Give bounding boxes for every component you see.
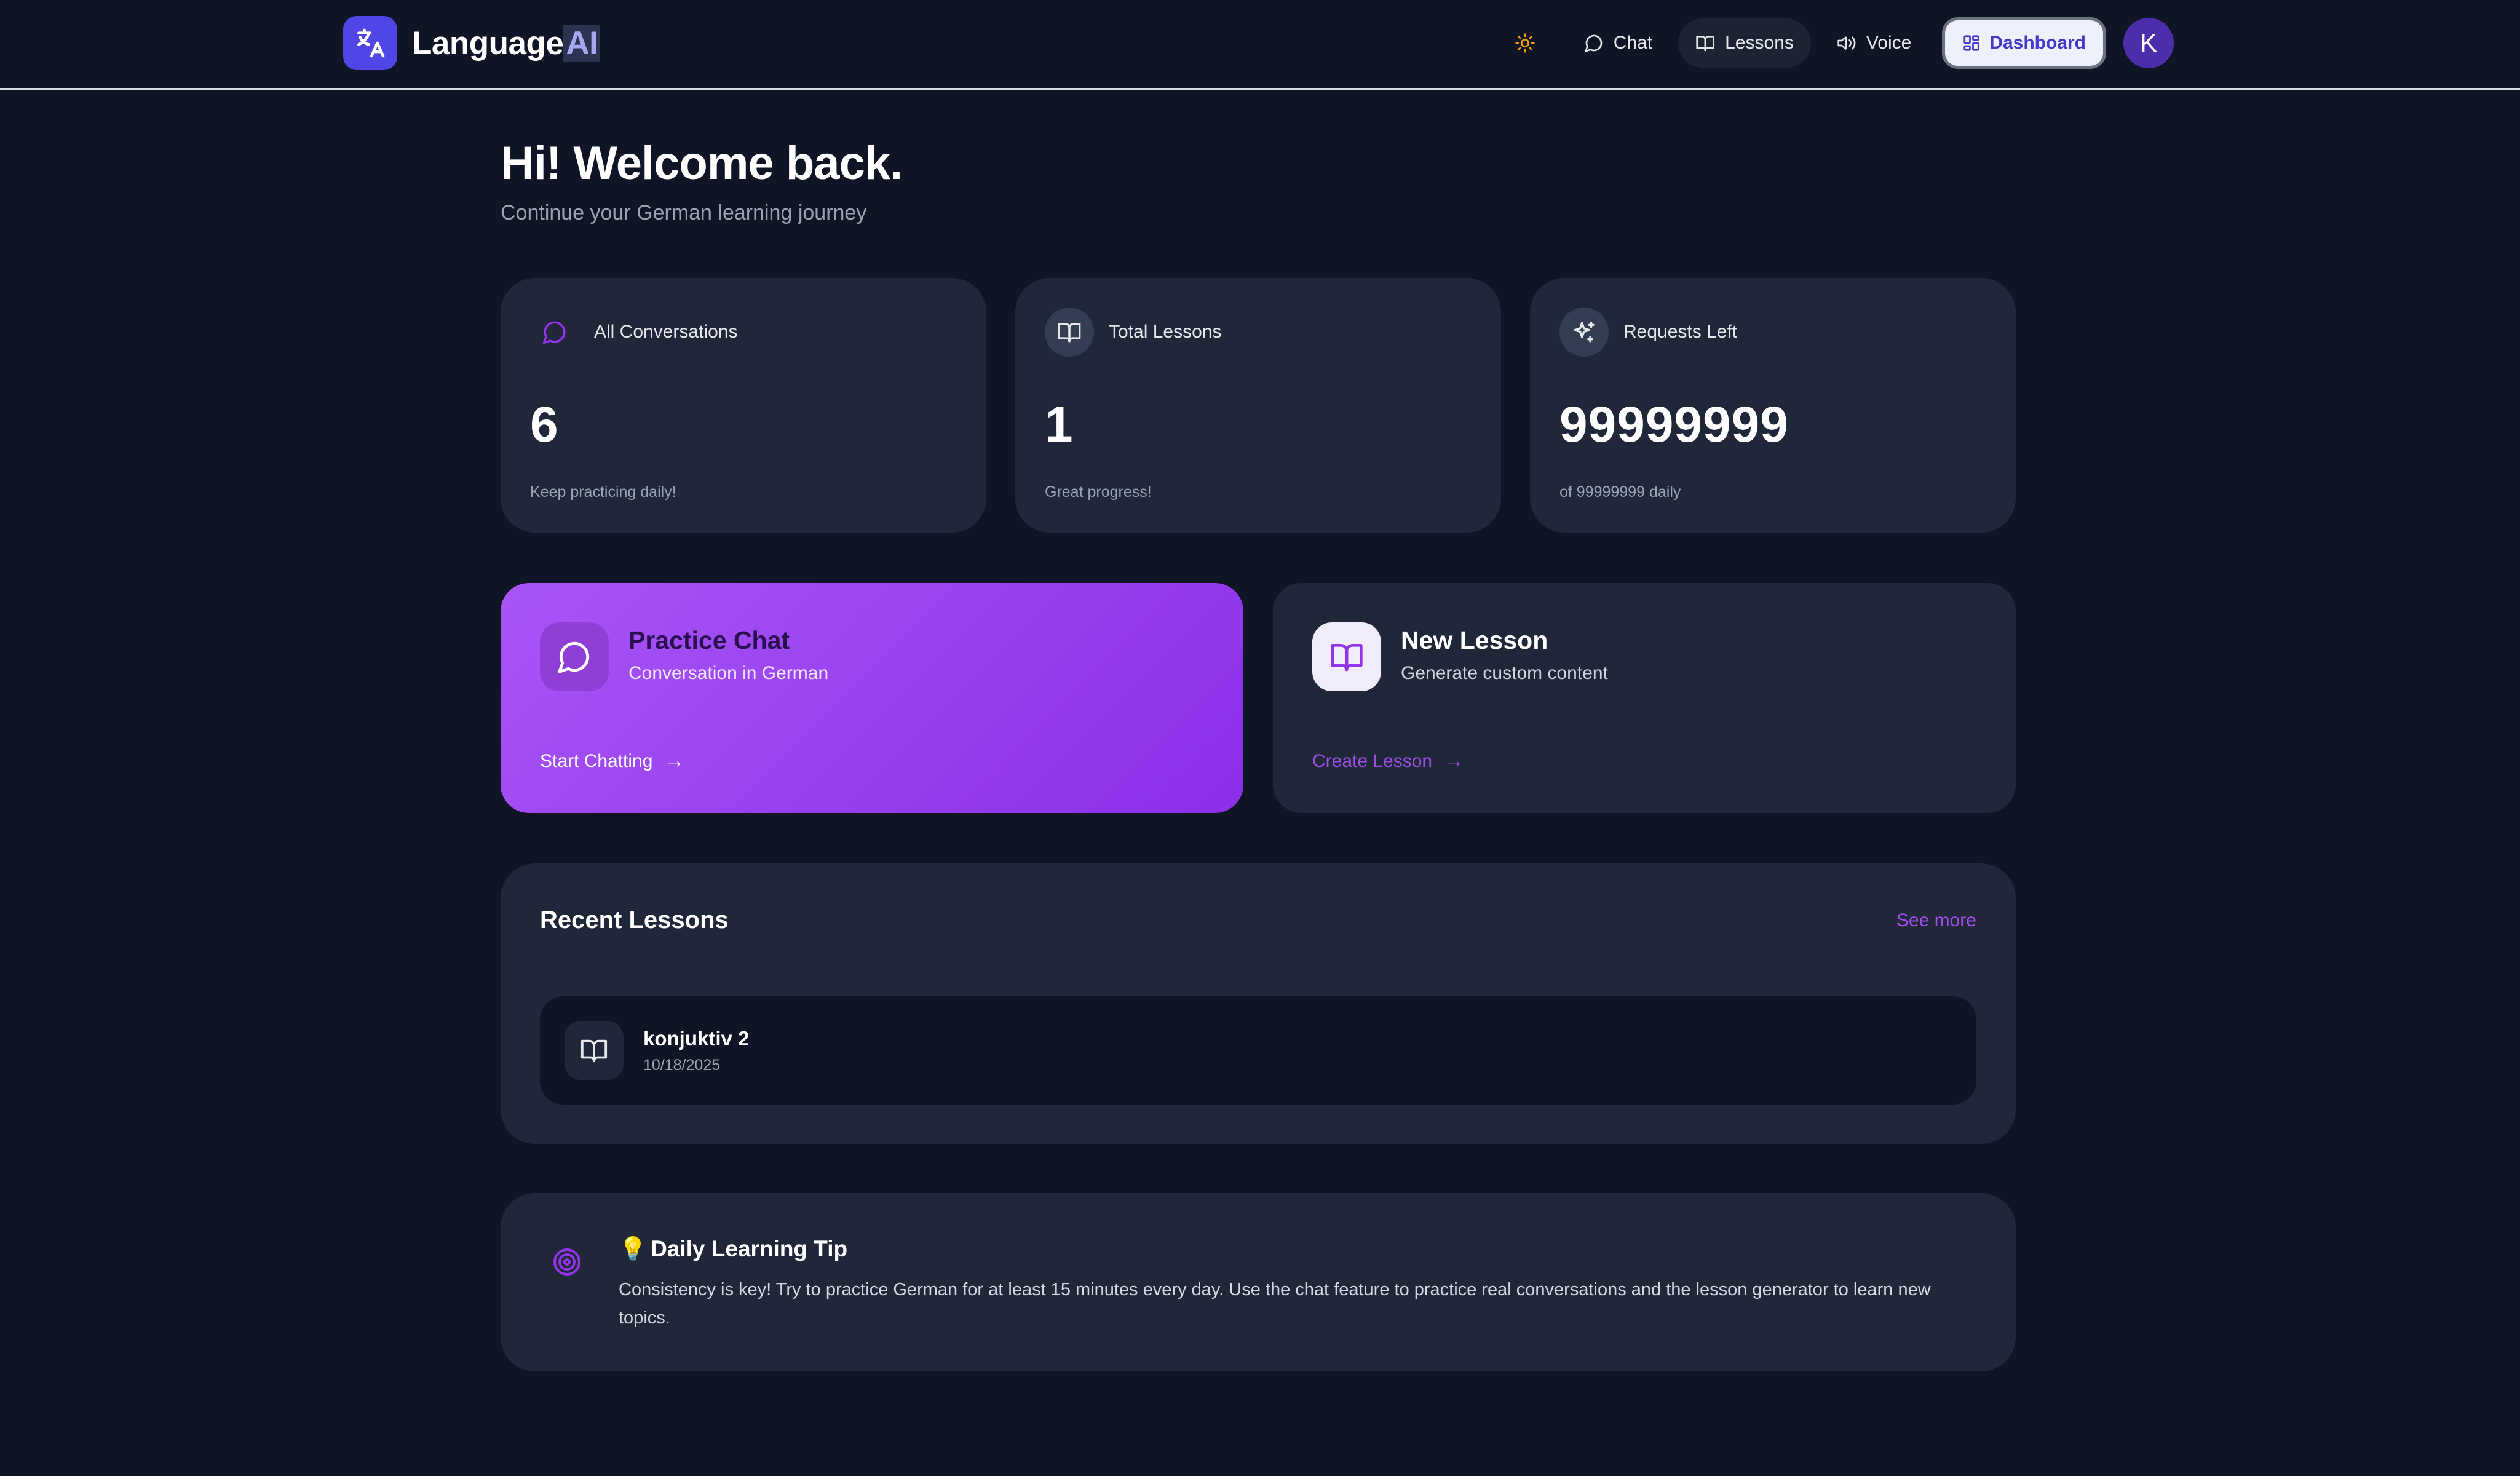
start-chatting-label: Start Chatting (540, 750, 653, 771)
tip-title-text: Daily Learning Tip (651, 1236, 848, 1261)
book-icon (1696, 36, 1714, 52)
stat-value: 99999999 (1559, 397, 1789, 453)
new-lesson-card[interactable]: New Lesson Generate custom content Creat… (1273, 583, 2016, 813)
chat-bubble-icon (530, 308, 579, 357)
lesson-name: konjuktiv 2 (643, 1027, 750, 1050)
greeting: Hi! Welcome back. Continue your German l… (501, 137, 903, 225)
practice-chat-card[interactable]: Practice Chat Conversation in German Sta… (501, 583, 1243, 813)
grid-icon (1963, 35, 1979, 51)
book-icon (1045, 308, 1094, 357)
stat-card-lessons: Total Lessons 1 Great progress! (1015, 278, 1501, 533)
stat-card-requests: Requests Left 99999999 of 99999999 daily (1530, 278, 2016, 533)
stat-value: 6 (530, 397, 559, 453)
page-subtitle: Continue your German learning journey (501, 201, 867, 224)
lesson-date: 10/18/2025 (643, 1057, 721, 1074)
stat-label: All Conversations (594, 322, 738, 342)
chat-bubble-icon (540, 622, 609, 691)
stat-subtext: Keep practicing daily! (530, 483, 676, 501)
tip-title: 💡 Daily Learning Tip (619, 1236, 847, 1263)
recent-lessons-panel: Recent Lessons See more konjuktiv 2 10/1… (501, 863, 2016, 1144)
main-nav: Chat Lessons Voice Dashboard K (1500, 16, 2174, 70)
top-navbar: LanguageAI Chat Lessons Voice Dashboard … (0, 0, 2520, 90)
nav-chat[interactable]: Chat (1567, 18, 1670, 68)
create-lesson-link[interactable]: Create Lesson → (1312, 749, 1464, 773)
arrow-right-icon: → (1443, 749, 1465, 772)
book-icon (1312, 622, 1381, 691)
stat-subtext: of 99999999 daily (1559, 483, 1681, 501)
daily-tip-panel: 💡 Daily Learning Tip Consistency is key! … (501, 1193, 2016, 1371)
list-item[interactable]: konjuktiv 2 10/18/2025 (540, 996, 1976, 1105)
stat-label: Total Lessons (1109, 322, 1222, 342)
stat-subtext: Great progress! (1045, 483, 1152, 501)
speaker-icon (1837, 36, 1856, 50)
see-more-link[interactable]: See more (1896, 910, 1976, 931)
dashboard-button-label: Dashboard (1989, 33, 2086, 53)
stat-label: Requests Left (1623, 322, 1738, 342)
nav-voice-label: Voice (1866, 33, 1912, 53)
create-lesson-label: Create Lesson (1312, 750, 1433, 771)
theme-toggle-button[interactable] (1500, 18, 1550, 68)
nav-lessons[interactable]: Lessons (1678, 18, 1811, 68)
new-lesson-title: New Lesson (1401, 626, 1548, 654)
dashboard-button[interactable]: Dashboard (1942, 17, 2106, 69)
arrow-right-icon: → (664, 749, 685, 772)
nav-chat-label: Chat (1613, 33, 1653, 53)
nav-lessons-label: Lessons (1725, 33, 1794, 53)
brand-name-suffix: AI (563, 25, 601, 62)
recent-lessons-title: Recent Lessons (540, 907, 729, 934)
stat-card-conversations: All Conversations 6 Keep practicing dail… (501, 278, 986, 533)
practice-chat-title: Practice Chat (628, 626, 790, 654)
nav-voice[interactable]: Voice (1820, 18, 1928, 68)
stat-value: 1 (1045, 397, 1074, 453)
target-icon (552, 1247, 582, 1280)
user-avatar[interactable]: K (2123, 18, 2174, 68)
new-lesson-description: Generate custom content (1401, 663, 1608, 683)
chat-bubble-icon (1585, 34, 1603, 52)
practice-chat-description: Conversation in German (628, 663, 829, 683)
translate-icon (343, 16, 397, 70)
book-icon (565, 1021, 624, 1080)
brand[interactable]: LanguageAI (343, 16, 601, 70)
brand-name-text: Language (412, 25, 564, 62)
sparkles-icon (1559, 308, 1609, 357)
brand-name: LanguageAI (412, 25, 601, 62)
sun-icon (1515, 33, 1535, 53)
tip-text: Consistency is key! Try to practice Germ… (619, 1280, 1931, 1328)
page-title: Hi! Welcome back. (501, 137, 903, 189)
start-chatting-link[interactable]: Start Chatting → (540, 749, 684, 773)
lightbulb-icon: 💡 (619, 1236, 648, 1261)
